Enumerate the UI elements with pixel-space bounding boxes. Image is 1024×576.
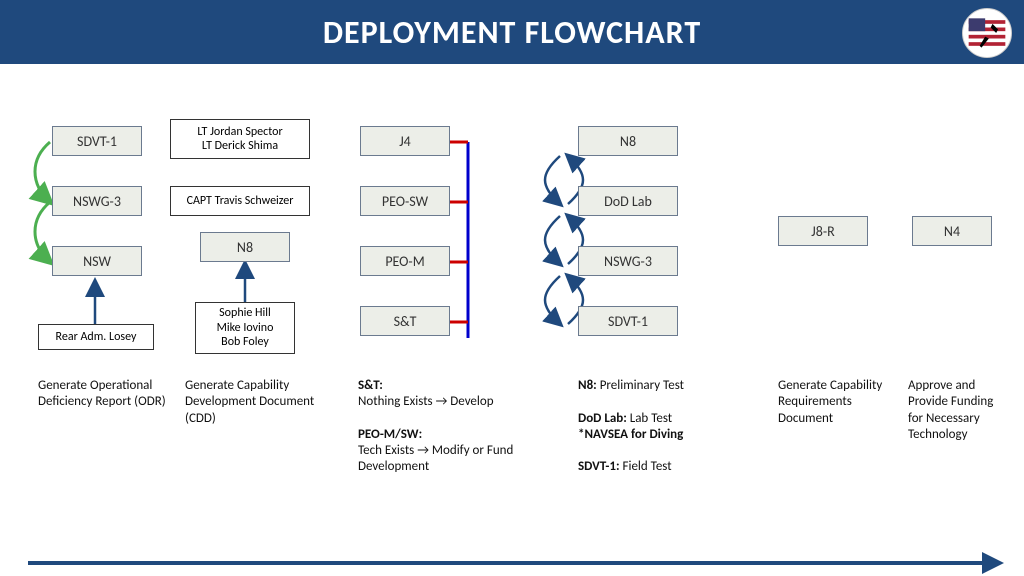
- caption-col4: N8: Preliminary Test DoD Lab: Lab Test *…: [578, 378, 748, 476]
- node-peo-m: PEO-M: [360, 246, 450, 276]
- caption-col1: Generate Operational Deficiency Report (…: [38, 378, 168, 411]
- note-capt-schweizer: CAPT Travis Schweizer: [170, 186, 310, 216]
- node-sdvt1-a: SDVT-1: [52, 126, 142, 156]
- label-dodlab: DoD Lab:: [578, 411, 627, 426]
- label-st: S&T:: [358, 378, 383, 393]
- page-title: DEPLOYMENT FLOWCHART: [323, 13, 701, 52]
- caption-col6: Approve and Provide Funding for Necessar…: [908, 378, 1008, 443]
- text-st-body: Nothing Exists → Develop: [358, 394, 494, 409]
- timeline-arrow: [28, 554, 1004, 572]
- note-lt-spector-shima: LT Jordan Spector LT Derick Shima: [170, 119, 310, 159]
- node-nsw: NSW: [52, 246, 142, 276]
- node-peo-sw: PEO-SW: [360, 186, 450, 216]
- node-nswg3-b: NSWG-3: [578, 246, 678, 276]
- caption-col3: S&T: Nothing Exists → Develop PEO-M/SW: …: [358, 378, 548, 476]
- label-peo: PEO-M/SW:: [358, 427, 422, 442]
- text-n8-body: Preliminary Test: [597, 378, 684, 393]
- node-j4: J4: [360, 126, 450, 156]
- title-bar: DEPLOYMENT FLOWCHART: [0, 0, 1024, 64]
- text-sdvt1-body: Field Test: [620, 459, 672, 474]
- text-navsea: *NAVSEA for Diving: [578, 427, 683, 442]
- caption-col2: Generate Capability Development Document…: [185, 378, 335, 427]
- label-sdvt1: SDVT-1:: [578, 459, 620, 474]
- node-n8-b: N8: [578, 126, 678, 156]
- text-dodlab-body: Lab Test: [627, 411, 672, 426]
- node-st: S&T: [360, 306, 450, 336]
- node-n4: N4: [912, 216, 992, 246]
- node-n8-a: N8: [200, 232, 290, 262]
- node-sdvt1-b: SDVT-1: [578, 306, 678, 336]
- text-peo-body: Tech Exists → Modify or Fund Development: [358, 443, 513, 474]
- node-j8r: J8-R: [778, 216, 868, 246]
- flowchart-canvas: SDVT-1 NSWG-3 NSW LT Jordan Spector LT D…: [0, 64, 1024, 576]
- node-nswg3-a: NSWG-3: [52, 186, 142, 216]
- flag-diver-badge: [962, 8, 1012, 58]
- label-n8: N8:: [578, 378, 597, 393]
- connector-layer: [0, 64, 1024, 576]
- node-dod-lab: DoD Lab: [578, 186, 678, 216]
- note-hill-iovino-foley: Sophie Hill Mike Iovino Bob Foley: [195, 302, 295, 354]
- caption-col5: Generate Capability Requirements Documen…: [778, 378, 898, 427]
- note-rear-adm-losey: Rear Adm. Losey: [38, 324, 154, 350]
